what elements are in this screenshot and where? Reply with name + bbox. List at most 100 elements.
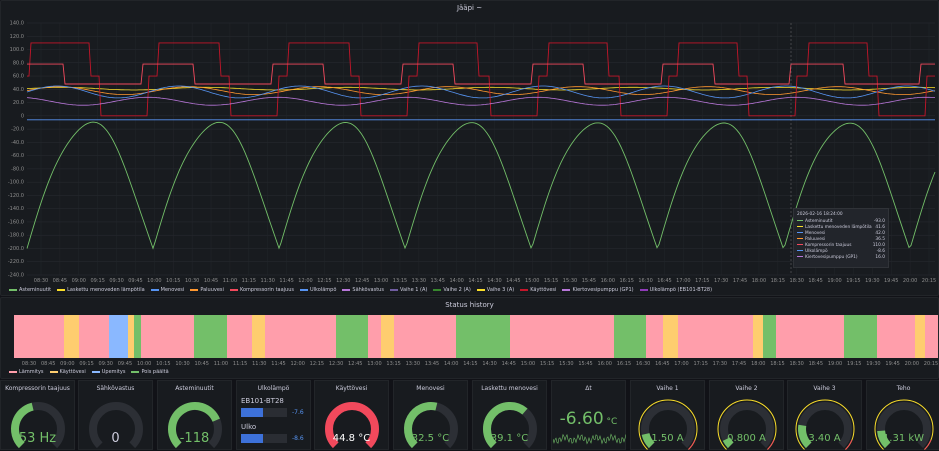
status-segment bbox=[128, 315, 134, 358]
y-tick-label: -100.0 bbox=[8, 180, 24, 186]
status-x-tick: 20:15 bbox=[924, 361, 938, 367]
legend-item[interactable]: Menovesi bbox=[150, 287, 184, 293]
y-tick-label: 40.0 bbox=[13, 87, 24, 93]
x-tick-label: 14:45 bbox=[506, 278, 520, 284]
legend-item[interactable]: Vaihe 2 (A) bbox=[433, 287, 471, 293]
gauge-value: 39.1 °C bbox=[490, 433, 529, 444]
status-segment bbox=[109, 315, 128, 358]
y-tick-label: -40.0 bbox=[11, 140, 24, 146]
x-tick-label: 13:45 bbox=[431, 278, 445, 284]
x-tick-label: 12:00 bbox=[298, 278, 312, 284]
status-x-tick: 18:30 bbox=[789, 361, 803, 367]
gauge-panel: Ulkolämpö EB101-BT28 -7.6 Ulko -8.6 bbox=[236, 380, 311, 450]
status-x-tick: 08:30 bbox=[22, 361, 36, 367]
status-legend: Lämmitys Käyttövesi Upemitys Pois päältä bbox=[9, 369, 169, 375]
legend-item[interactable]: Vaihe 3 (A) bbox=[476, 287, 514, 293]
status-x-tick: 17:45 bbox=[732, 361, 746, 367]
x-tick-label: 11:45 bbox=[279, 278, 293, 284]
legend-item[interactable]: Ulkolämpö (EB101-BT28) bbox=[639, 287, 712, 293]
status-x-tick: 11:30 bbox=[252, 361, 266, 367]
status-x-tick: 15:45 bbox=[578, 361, 592, 367]
status-x-tick: 09:15 bbox=[79, 361, 93, 367]
x-tick-label: 18:15 bbox=[771, 278, 785, 284]
status-x-tick: 10:15 bbox=[156, 361, 170, 367]
legend-item[interactable]: Kompressorin taajuus bbox=[229, 287, 294, 293]
gauge-panel: Asteminuutit -118 bbox=[157, 380, 232, 450]
gauge-panel: Menovesi 32.5 °C bbox=[393, 380, 468, 450]
x-tick-label: 11:00 bbox=[223, 278, 237, 284]
status-x-tick: 11:00 bbox=[214, 361, 228, 367]
y-tick-label: -180.0 bbox=[8, 233, 24, 239]
x-tick-label: 12:15 bbox=[317, 278, 331, 284]
status-segment bbox=[252, 315, 265, 358]
x-tick-label: 20:00 bbox=[903, 278, 917, 284]
status-x-tick: 14:45 bbox=[502, 361, 516, 367]
delta-sparkline bbox=[553, 433, 626, 445]
legend-item[interactable]: Käyttövesi bbox=[520, 287, 556, 293]
status-x-tick: 12:15 bbox=[310, 361, 324, 367]
status-segment bbox=[915, 315, 925, 358]
status-segment bbox=[381, 315, 394, 358]
series-kiertovesipumppu bbox=[26, 96, 936, 106]
status-history-svg: 08:30 08:45 09:00 09:15 09:30 09:45 10:00 10:15… bbox=[14, 315, 938, 367]
x-tick-label: 14:00 bbox=[449, 278, 463, 284]
status-x-tick: 18:45 bbox=[809, 361, 823, 367]
status-x-tick: 19:30 bbox=[866, 361, 880, 367]
status-segment bbox=[844, 315, 877, 358]
status-x-tick: 09:45 bbox=[118, 361, 132, 367]
gauge-panel: Kompressorin taajuus 53 Hz bbox=[0, 380, 75, 450]
legend-item[interactable]: Vaihe 1 (A) bbox=[389, 287, 427, 293]
status-legend-item[interactable]: Lämmitys bbox=[9, 369, 44, 375]
x-tick-label: 16:45 bbox=[657, 278, 671, 284]
x-tick-label: 14:30 bbox=[487, 278, 501, 284]
y-tick-label: -160.0 bbox=[8, 219, 24, 225]
x-tick-label: 10:15 bbox=[166, 278, 180, 284]
legend-item[interactable]: Laskettu menoveden lämpötila bbox=[57, 287, 145, 293]
status-segment bbox=[678, 315, 753, 358]
status-x-tick: 14:00 bbox=[444, 361, 458, 367]
gauge-panel: Teho 1.31 kW bbox=[866, 380, 939, 450]
status-x-tick: 16:45 bbox=[655, 361, 669, 367]
chart-tooltip: 2026-02-16 18:24:00 Asteminuutit -93.0 Las… bbox=[793, 208, 889, 268]
ulko-bar bbox=[241, 408, 287, 417]
gauge-title[interactable]: Ulkolämpö bbox=[237, 385, 310, 392]
status-x-tick: 19:00 bbox=[828, 361, 842, 367]
status-x-tick: 09:00 bbox=[60, 361, 74, 367]
status-legend-item[interactable]: Pois päältä bbox=[131, 369, 169, 375]
status-x-tick: 12:45 bbox=[348, 361, 362, 367]
x-tick-label: 13:30 bbox=[412, 278, 426, 284]
status-x-tick: 13:15 bbox=[386, 361, 400, 367]
status-x-tick: 13:00 bbox=[367, 361, 381, 367]
y-tick-label: 0 bbox=[21, 113, 24, 119]
legend-item[interactable]: Asteminuutit bbox=[9, 287, 51, 293]
x-tick-label: 18:45 bbox=[808, 278, 822, 284]
status-segment bbox=[925, 315, 938, 358]
x-tick-label: 17:45 bbox=[733, 278, 747, 284]
legend-item[interactable]: Sähkövastus bbox=[342, 287, 384, 293]
status-x-tick: 11:15 bbox=[233, 361, 247, 367]
y-tick-label: 120.0 bbox=[10, 34, 24, 40]
gauge-value: 1.50 A bbox=[651, 433, 684, 444]
gauge-title[interactable]: Δt bbox=[552, 385, 625, 392]
status-segment bbox=[877, 315, 915, 358]
gauge-panel: Laskettu menovesi 39.1 °C bbox=[472, 380, 547, 450]
status-legend-item[interactable]: Käyttövesi bbox=[49, 369, 86, 375]
status-x-tick: 14:15 bbox=[463, 361, 477, 367]
y-tick-label: 20.0 bbox=[13, 100, 24, 106]
x-tick-label: 19:30 bbox=[865, 278, 879, 284]
ulko-bar-label: EB101-BT28 bbox=[241, 397, 284, 405]
x-tick-label: 13:15 bbox=[393, 278, 407, 284]
x-tick-label: 15:15 bbox=[544, 278, 558, 284]
legend-item[interactable]: Kiertovesipumppu (GP1) bbox=[562, 287, 634, 293]
legend-item[interactable]: Ulkolämpö bbox=[300, 287, 336, 293]
x-tick-label: 14:15 bbox=[468, 278, 482, 284]
tooltip-row: Kiertovesipumppu (GP1) 16.0 bbox=[797, 255, 885, 261]
ulko-bar-label: Ulko bbox=[241, 423, 257, 431]
status-segment bbox=[14, 315, 64, 358]
status-legend-item[interactable]: Upemitys bbox=[91, 369, 125, 375]
y-tick-label: -80.0 bbox=[11, 166, 24, 172]
status-segment bbox=[510, 315, 614, 358]
legend-item[interactable]: Paluuvesi bbox=[190, 287, 224, 293]
status-x-tick: 19:45 bbox=[885, 361, 899, 367]
status-x-tick: 10:00 bbox=[137, 361, 151, 367]
